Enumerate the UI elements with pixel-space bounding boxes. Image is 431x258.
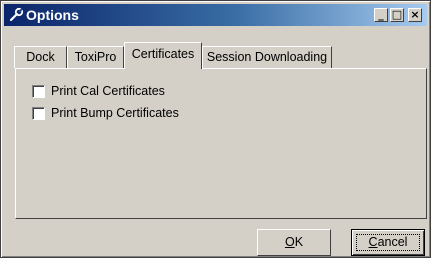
maximize-button[interactable]: □ [390, 8, 404, 22]
ok-mnemonic: O [284, 235, 295, 249]
tab-dock[interactable]: Dock [14, 46, 67, 68]
options-dialog: Options _ □ × Dock ToxiPro Certificates … [0, 0, 431, 258]
checkbox-label: Print Bump Certificates [51, 106, 179, 120]
wrench-icon [8, 7, 24, 23]
window-title: Options [26, 7, 79, 23]
checkbox-box[interactable] [32, 84, 45, 98]
print-bump-certificates-checkbox[interactable]: Print Bump Certificates [32, 105, 179, 121]
minimize-button[interactable]: _ [374, 8, 388, 22]
close-button[interactable]: × [408, 8, 422, 22]
tab-toxipro[interactable]: ToxiPro [67, 46, 124, 68]
tab-session-downloading[interactable]: Session Downloading [202, 46, 332, 68]
checkbox-label: Print Cal Certificates [51, 84, 165, 98]
cancel-button[interactable]: Cancel [351, 229, 425, 256]
focus-rectangle [356, 234, 420, 251]
print-cal-certificates-checkbox[interactable]: Print Cal Certificates [32, 83, 165, 99]
checkbox-box[interactable] [32, 106, 45, 120]
certificates-panel: Print Cal Certificates Print Bump Certif… [15, 68, 427, 219]
ok-button[interactable]: OK [257, 229, 331, 256]
tab-certificates[interactable]: Certificates [124, 42, 202, 69]
ok-label-rest: K [294, 235, 304, 249]
title-bar[interactable]: Options _ □ × [4, 4, 427, 26]
